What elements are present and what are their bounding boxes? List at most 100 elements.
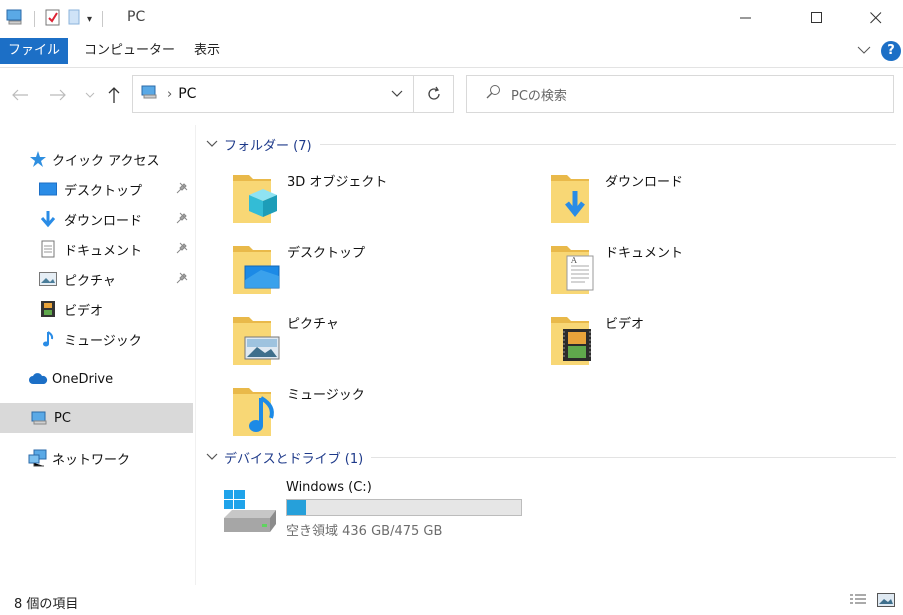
pc-address-icon bbox=[141, 85, 159, 103]
ribbon-controls: ? bbox=[857, 41, 901, 61]
3d-objects-icon bbox=[231, 169, 283, 225]
refresh-button[interactable] bbox=[414, 75, 454, 113]
drive-name: Windows (C:) bbox=[286, 480, 372, 495]
pin-icon[interactable] bbox=[176, 272, 188, 288]
film-strip-icon bbox=[38, 299, 58, 319]
toolbar-separator bbox=[34, 11, 35, 27]
hard-drive-icon bbox=[222, 488, 280, 538]
tab-computer[interactable]: コンピューター bbox=[72, 38, 187, 64]
folder-name: ダウンロード bbox=[605, 175, 684, 190]
breadcrumb-separator[interactable]: › bbox=[167, 87, 172, 102]
sidebar-item-label: デスクトップ bbox=[64, 183, 143, 199]
navigation-pane: クイック アクセス デスクトップ ダウンロード ドキュメント ピクチャ ビデオ bbox=[0, 130, 195, 585]
refresh-icon bbox=[427, 86, 440, 100]
recent-locations-chevron-icon[interactable] bbox=[80, 84, 100, 106]
folders-group-header[interactable]: フォルダー (7) bbox=[206, 134, 896, 154]
ribbon-tabs: ファイル コンピューター 表示 ? bbox=[0, 38, 903, 68]
folder-documents[interactable]: A ドキュメント bbox=[549, 240, 849, 302]
sidebar-item-pc[interactable]: PC bbox=[0, 403, 193, 433]
sidebar-item-label: ダウンロード bbox=[64, 213, 143, 229]
customize-toolbar-chevron-icon[interactable]: ▾ bbox=[87, 14, 92, 25]
folder-name: ミュージック bbox=[287, 388, 365, 403]
search-input[interactable]: PCの検索 bbox=[466, 75, 894, 113]
sidebar-item-pictures[interactable]: ピクチャ bbox=[0, 264, 193, 294]
close-button[interactable] bbox=[853, 0, 899, 36]
pictures-folder-icon bbox=[231, 311, 283, 367]
group-divider bbox=[371, 456, 896, 458]
drive-c[interactable]: Windows (C:) 空き領域 436 GB/475 GB bbox=[222, 478, 542, 539]
minimize-button[interactable] bbox=[723, 0, 769, 36]
music-folder-icon bbox=[231, 382, 283, 438]
pc-app-icon[interactable] bbox=[6, 9, 24, 29]
forward-arrow-icon[interactable] bbox=[48, 84, 68, 106]
chevron-down-icon[interactable] bbox=[206, 138, 220, 151]
item-count: 8 個の項目 bbox=[14, 597, 79, 612]
folder-pictures[interactable]: ピクチャ bbox=[231, 311, 531, 373]
folder-downloads[interactable]: ダウンロード bbox=[549, 169, 849, 231]
desktop-icon bbox=[38, 179, 58, 199]
sidebar-item-desktop[interactable]: デスクトップ bbox=[0, 174, 193, 204]
sidebar-item-label: クイック アクセス bbox=[52, 153, 160, 169]
chevron-down-icon[interactable] bbox=[206, 451, 220, 464]
drive-free-space: 空き領域 436 GB/475 GB bbox=[286, 524, 443, 539]
search-placeholder: PCの検索 bbox=[511, 88, 567, 104]
cloud-icon bbox=[28, 369, 48, 389]
address-dropdown-chevron-icon[interactable] bbox=[391, 87, 403, 102]
back-arrow-icon[interactable] bbox=[10, 84, 30, 106]
music-note-icon bbox=[38, 329, 58, 349]
sidebar-item-videos[interactable]: ビデオ bbox=[0, 294, 193, 324]
quick-access-toolbar: ▾ bbox=[6, 8, 107, 30]
devices-group-header[interactable]: デバイスとドライブ (1) bbox=[206, 447, 896, 467]
up-arrow-icon[interactable] bbox=[104, 84, 124, 106]
drive-usage-fill bbox=[287, 500, 306, 515]
maximize-button[interactable] bbox=[794, 0, 840, 36]
address-bar[interactable]: › PC bbox=[132, 75, 414, 113]
folder-name: 3D オブジェクト bbox=[287, 175, 388, 190]
sidebar-item-music[interactable]: ミュージック bbox=[0, 324, 193, 354]
videos-folder-icon bbox=[549, 311, 601, 367]
folder-desktop[interactable]: デスクトップ bbox=[231, 240, 531, 302]
tab-view[interactable]: 表示 bbox=[182, 38, 232, 64]
folder-music[interactable]: ミュージック bbox=[231, 382, 531, 444]
tab-file[interactable]: ファイル bbox=[0, 38, 68, 64]
folder-name: ドキュメント bbox=[605, 246, 684, 261]
star-icon bbox=[28, 149, 48, 169]
sidebar-item-onedrive[interactable]: OneDrive bbox=[0, 364, 193, 394]
group-title: フォルダー (7) bbox=[224, 138, 312, 154]
folder-3d-objects[interactable]: 3D オブジェクト bbox=[231, 169, 531, 231]
sidebar-item-label: ビデオ bbox=[64, 303, 104, 319]
folder-videos[interactable]: ビデオ bbox=[549, 311, 849, 373]
downloads-folder-icon bbox=[549, 169, 601, 225]
details-view-icon[interactable] bbox=[849, 593, 867, 611]
pin-icon[interactable] bbox=[176, 182, 188, 198]
new-folder-icon[interactable] bbox=[67, 8, 81, 30]
sidebar-item-documents[interactable]: ドキュメント bbox=[0, 234, 193, 264]
properties-icon[interactable] bbox=[45, 8, 61, 30]
sidebar-item-network[interactable]: ネットワーク bbox=[0, 443, 193, 473]
sidebar-item-label: ピクチャ bbox=[64, 273, 116, 289]
sidebar-item-quick-access[interactable]: クイック アクセス bbox=[0, 144, 193, 174]
pin-icon[interactable] bbox=[176, 242, 188, 258]
drive-usage-bar bbox=[286, 499, 522, 516]
pane-divider[interactable] bbox=[195, 125, 196, 585]
breadcrumb-pc[interactable]: PC bbox=[178, 86, 196, 102]
large-icons-view-icon[interactable] bbox=[877, 593, 895, 611]
help-icon[interactable]: ? bbox=[881, 41, 901, 61]
sidebar-item-label: ドキュメント bbox=[64, 243, 143, 259]
sidebar-item-label: ネットワーク bbox=[52, 452, 131, 468]
svg-text:A: A bbox=[570, 256, 577, 265]
group-title: デバイスとドライブ (1) bbox=[224, 451, 364, 467]
sidebar-item-label: OneDrive bbox=[52, 371, 114, 387]
download-arrow-icon bbox=[38, 209, 58, 229]
sidebar-item-label: ミュージック bbox=[64, 333, 142, 349]
folder-name: デスクトップ bbox=[287, 246, 366, 261]
toolbar-separator bbox=[102, 11, 104, 27]
network-icon bbox=[28, 448, 48, 468]
view-switcher bbox=[849, 593, 895, 611]
expand-ribbon-chevron-icon[interactable] bbox=[857, 44, 871, 59]
folder-name: ピクチャ bbox=[287, 317, 339, 332]
window-title: PC bbox=[127, 9, 146, 25]
folder-name: ビデオ bbox=[605, 317, 645, 332]
sidebar-item-downloads[interactable]: ダウンロード bbox=[0, 204, 193, 234]
pin-icon[interactable] bbox=[176, 212, 188, 228]
